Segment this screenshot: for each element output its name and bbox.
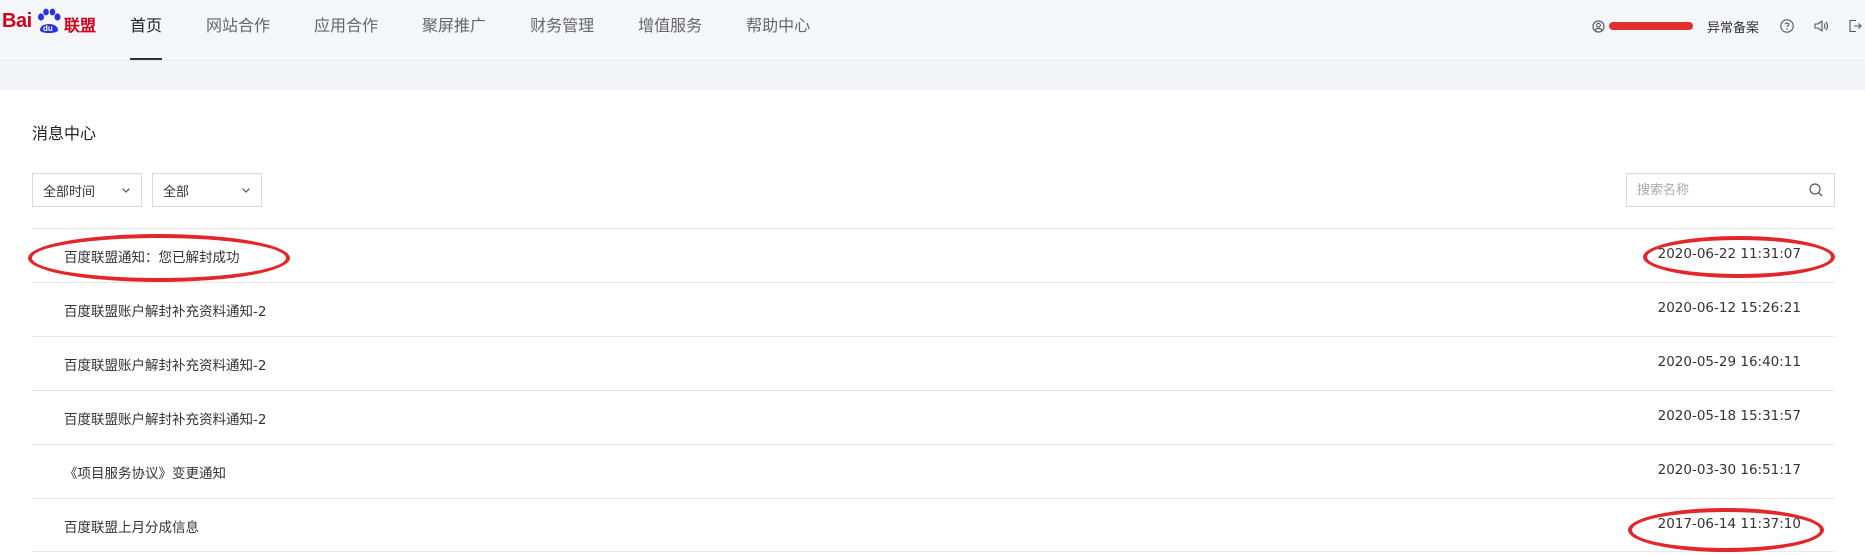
message-time: 2020-06-12 15:26:21	[1657, 300, 1801, 316]
message-title[interactable]: 百度联盟账户解封补充资料通知-2	[64, 354, 266, 374]
message-time: 2020-05-18 15:31:57	[1657, 408, 1801, 424]
header-tools: 异常备案	[1592, 0, 1865, 52]
message-row[interactable]: 百度联盟账户解封补充资料通知-2 2020-05-29 16:40:11	[32, 336, 1835, 390]
message-row[interactable]: 百度联盟账户解封补充资料通知-2 2020-05-18 15:31:57	[32, 390, 1835, 444]
user-account[interactable]	[1592, 19, 1693, 33]
message-row[interactable]: 《项目服务协议》变更通知 2020-03-30 16:51:17	[32, 444, 1835, 498]
chevron-down-icon	[242, 188, 250, 193]
search-box[interactable]	[1626, 173, 1835, 207]
abnormal-filing-link[interactable]: 异常备案	[1707, 17, 1759, 36]
message-row[interactable]: 百度联盟通知：您已解封成功 2020-06-22 11:31:07	[32, 228, 1835, 282]
nav-app-cooperation[interactable]: 应用合作	[314, 0, 378, 60]
logo-union-text: 联盟	[64, 16, 97, 35]
message-title[interactable]: 百度联盟账户解封补充资料通知-2	[64, 300, 266, 320]
message-title[interactable]: 百度联盟通知：您已解封成功	[64, 246, 240, 266]
time-filter-select[interactable]: 全部时间	[32, 173, 142, 207]
top-nav-bar: Bai du 联盟 首页 网站合作 应用合作 聚屏推广 财务管理 增值服务 帮助…	[0, 0, 1865, 61]
main-nav: 首页 网站合作 应用合作 聚屏推广 财务管理 增值服务 帮助中心	[130, 0, 854, 60]
nav-value-added[interactable]: 增值服务	[638, 0, 702, 60]
message-row[interactable]: 百度联盟账户解封补充资料通知-2 2020-06-12 15:26:21	[32, 282, 1835, 336]
help-icon[interactable]	[1779, 18, 1795, 34]
message-time: 2020-06-22 11:31:07	[1657, 246, 1801, 262]
user-icon	[1592, 19, 1605, 33]
message-list: 百度联盟通知：您已解封成功 2020-06-22 11:31:07 百度联盟账户…	[32, 228, 1835, 552]
message-title[interactable]: 百度联盟上月分成信息	[64, 516, 199, 536]
page-title: 消息中心	[32, 124, 97, 143]
message-center-panel: 消息中心 全部时间 全部 百度联盟通知：您已解封成功 2020-06-22 11…	[0, 90, 1865, 555]
search-input[interactable]	[1637, 182, 1797, 198]
logo-text: Bai	[2, 10, 32, 32]
chevron-down-icon	[122, 188, 130, 193]
baidu-union-logo[interactable]: Bai du 联盟	[0, 6, 100, 38]
search-icon[interactable]	[1808, 182, 1824, 198]
nav-website-cooperation[interactable]: 网站合作	[206, 0, 270, 60]
message-time: 2020-03-30 16:51:17	[1657, 462, 1801, 478]
nav-home[interactable]: 首页	[130, 0, 163, 60]
message-title[interactable]: 百度联盟账户解封补充资料通知-2	[64, 408, 266, 428]
redacted-username	[1608, 22, 1693, 30]
baidu-paw-icon: du	[38, 8, 61, 33]
time-filter-value: 全部时间	[43, 184, 96, 200]
message-title[interactable]: 《项目服务协议》变更通知	[64, 462, 226, 482]
nav-help-center[interactable]: 帮助中心	[746, 0, 810, 60]
logout-icon[interactable]	[1847, 18, 1863, 34]
type-filter-value: 全部	[163, 184, 190, 200]
nav-finance[interactable]: 财务管理	[530, 0, 594, 60]
sound-icon[interactable]	[1813, 18, 1829, 34]
nav-screen-promotion[interactable]: 聚屏推广	[422, 0, 486, 60]
type-filter-select[interactable]: 全部	[152, 173, 262, 207]
message-row[interactable]: 百度联盟上月分成信息 2017-06-14 11:37:10	[32, 498, 1835, 552]
message-time: 2017-06-14 11:37:10	[1657, 516, 1801, 532]
logo-du-text: du	[43, 24, 53, 33]
message-time: 2020-05-29 16:40:11	[1657, 354, 1801, 370]
